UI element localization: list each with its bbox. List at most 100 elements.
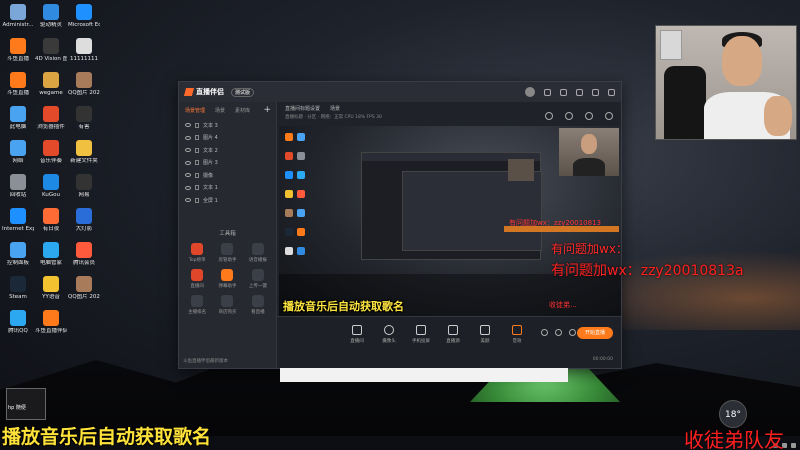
desktop-icon[interactable]: 网易 <box>68 174 100 198</box>
tab-scene[interactable]: 场景 <box>215 107 225 114</box>
lock-icon[interactable] <box>195 185 199 191</box>
eye-icon[interactable] <box>185 160 191 165</box>
gear-icon[interactable] <box>569 329 576 336</box>
desktop-icon[interactable]: 有日夜 <box>35 208 67 232</box>
audio-button[interactable]: 音效 <box>501 325 533 344</box>
tool-item[interactable]: Top榜单 <box>183 242 211 263</box>
tab-assets[interactable]: 素材库 <box>235 107 250 114</box>
beauty-button[interactable]: 美颜 <box>469 325 501 344</box>
stream-preview[interactable]: 有问题加wx：zzy20010813 有问题加wx：zzy20010813a 播… <box>279 126 621 318</box>
tool-item[interactable]: 主播排名 <box>183 294 211 315</box>
panel-footer-link[interactable]: 斗鱼直播伴侣最新版本 <box>183 358 228 364</box>
tray-ime-icon[interactable] <box>791 443 796 448</box>
tool-item[interactable]: 直播间 <box>183 268 211 289</box>
tool-item[interactable]: 弹幕助手 <box>213 268 241 289</box>
eye-icon[interactable] <box>185 148 191 153</box>
eye-icon[interactable] <box>185 123 191 128</box>
lock-icon[interactable] <box>195 122 199 128</box>
desktop-icon[interactable]: 音乐伴奏 <box>35 140 67 164</box>
live-room-button[interactable]: 直播间 <box>341 325 373 344</box>
desktop-icon[interactable]: 此电脑 <box>2 106 34 130</box>
desktop-icon[interactable]: 浏览器插件 <box>35 106 67 130</box>
desktop-icon[interactable]: 斗鱼直播 <box>2 72 34 96</box>
eye-icon[interactable] <box>185 173 191 178</box>
scene-item[interactable]: 图片 3 <box>179 157 276 170</box>
scene-item[interactable]: 文本 1 <box>179 182 276 195</box>
desktop-icon[interactable]: 网络 <box>2 140 34 164</box>
layout-icon[interactable] <box>545 112 553 120</box>
maximize-icon[interactable] <box>592 88 599 96</box>
eye-icon[interactable] <box>185 135 191 140</box>
desktop-icon[interactable]: 控制面板 <box>2 242 34 266</box>
desktop-icon[interactable]: 驱动精灵 <box>35 4 67 28</box>
desktop-icon[interactable]: Steam <box>2 276 34 300</box>
lock-icon[interactable] <box>195 160 199 166</box>
message-icon[interactable] <box>560 88 567 96</box>
desktop-icon[interactable]: 斗鱼直播 <box>2 38 34 62</box>
tool-item[interactable]: 上传一键 <box>244 268 272 289</box>
lock-icon[interactable] <box>195 147 199 153</box>
blank-white-bar <box>280 368 568 382</box>
tab-scene-main[interactable]: 场景 <box>330 105 340 112</box>
lock-icon[interactable] <box>195 172 199 178</box>
minimize-icon[interactable] <box>576 88 583 96</box>
eye-icon[interactable] <box>185 185 191 190</box>
desktop-icon[interactable]: 11111111 <box>68 38 100 62</box>
desktop-icon[interactable]: 电脑管家 <box>35 242 67 266</box>
desktop-icon[interactable]: YY语音 <box>35 276 67 300</box>
scene-item[interactable]: 文本 3 <box>179 119 276 132</box>
beauty-icon <box>480 325 490 335</box>
lock-icon[interactable] <box>195 135 199 141</box>
play-icon <box>448 325 458 335</box>
scene-item[interactable]: 全屏 1 <box>179 194 276 207</box>
desktop-icon[interactable]: 4D Vision 图片查看 <box>35 38 67 62</box>
desktop-icon[interactable]: QQ图片 20210725... <box>68 72 100 96</box>
tab-title-settings[interactable]: 直播间标题设置 <box>285 105 320 112</box>
tool-icon <box>221 242 234 255</box>
grid-icon[interactable] <box>565 112 573 120</box>
tool-label: 语音播报 <box>248 257 267 263</box>
tool-item[interactable]: 房管助手 <box>213 242 241 263</box>
lock-icon[interactable] <box>585 112 593 120</box>
share-icon[interactable] <box>605 112 613 120</box>
tool-icon <box>191 268 204 281</box>
eye-icon[interactable] <box>185 198 191 203</box>
tool-item[interactable]: 看直播 <box>244 294 272 315</box>
phone-cast-button[interactable]: 手机投屏 <box>405 325 437 344</box>
desktop-icon[interactable]: 回收站 <box>2 174 34 198</box>
scene-item[interactable]: 摄像 <box>179 169 276 182</box>
start-live-button[interactable]: 开始直播 <box>577 327 613 339</box>
desktop-icon[interactable]: Internet Explorer <box>2 208 34 232</box>
desktop-icon[interactable]: KuGou <box>35 174 67 198</box>
desktop-icon-label: Administr... <box>2 22 34 28</box>
streaming-app-window: 直播伴侣 测试版 场景管理 场景 素材库 + 文本 3 图片 4 文本 2 图片 3 摄… <box>178 81 622 369</box>
desktop-icon[interactable]: 新建文件夹 <box>68 140 100 164</box>
record-icon[interactable] <box>541 329 548 336</box>
source-button[interactable]: 直播源 <box>437 325 469 344</box>
add-source-button[interactable]: + <box>263 105 271 115</box>
desktop-icon[interactable]: 有害 <box>68 106 100 130</box>
settings-icon[interactable] <box>544 88 551 96</box>
tool-item[interactable]: 语音播报 <box>244 242 272 263</box>
tab-scene-manage[interactable]: 场景管理 <box>185 107 205 114</box>
preview-desktop-icon <box>297 228 305 236</box>
desktop-icon-label: wegame <box>39 90 63 96</box>
user-avatar[interactable] <box>525 87 535 97</box>
desktop-icon[interactable]: 腾讯会员 <box>68 242 100 266</box>
close-icon[interactable] <box>608 88 615 96</box>
camera-button[interactable]: 摄像头 <box>373 325 405 344</box>
eye-icon[interactable] <box>555 329 562 336</box>
app-icon <box>43 174 59 190</box>
desktop-icon[interactable]: wegame <box>35 72 67 96</box>
desktop-icon[interactable]: 大灯影 <box>68 208 100 232</box>
desktop-icon[interactable]: 斗鱼直播伴侣 <box>35 310 67 334</box>
tool-item[interactable]: 商店购买 <box>213 294 241 315</box>
desktop-icon[interactable]: 腾讯QQ <box>2 310 34 334</box>
scene-item[interactable]: 文本 2 <box>179 144 276 157</box>
desktop-icon[interactable]: QQ图片 20210701... <box>68 276 100 300</box>
scene-item[interactable]: 图片 4 <box>179 132 276 145</box>
desktop-icon[interactable]: Administr... <box>2 4 34 28</box>
desktop-icon[interactable]: Microsoft Edge <box>68 4 100 28</box>
lock-icon[interactable] <box>195 197 199 203</box>
preview-desktop-icon <box>297 171 305 179</box>
